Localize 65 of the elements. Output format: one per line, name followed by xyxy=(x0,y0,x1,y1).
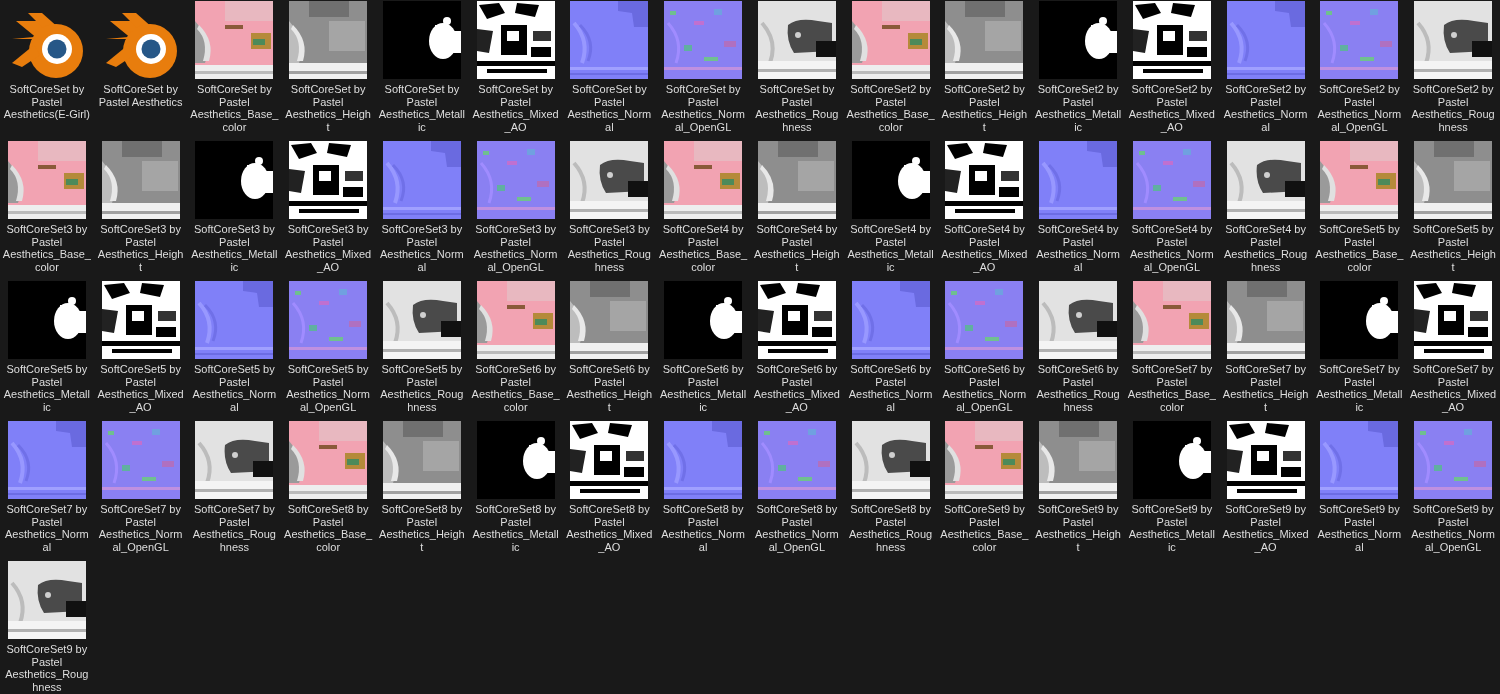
file-name[interactable]: SoftCoreSet2 by Pastel Aesthetics_Mixed _AO xyxy=(1128,83,1215,134)
file-name[interactable]: SoftCoreSet9 by Pastel Aesthetics_Base_ color xyxy=(940,503,1029,554)
file-name[interactable]: SoftCoreSet7 by Pastel Aesthetics_Roug hness xyxy=(192,503,276,554)
file-name[interactable]: SoftCoreSet by Pastel Aesthetics_Metall ic xyxy=(378,83,465,134)
file-name[interactable]: SoftCoreSet4 by Pastel Aesthetics_Mixed _AO xyxy=(941,223,1028,274)
file-name[interactable]: SoftCoreSet by Pastel Aesthetics(E-Girl) xyxy=(3,83,90,122)
file-name[interactable]: SoftCoreSet5 by Pastel Aesthetics_Norm al_OpenGL xyxy=(286,363,370,414)
file-name[interactable]: SoftCoreSet8 by Pastel Aesthetics_Roug hness xyxy=(849,503,933,554)
file-name[interactable]: SoftCoreSet3 by Pastel Aesthetics_Roug hness xyxy=(567,223,651,274)
file-name[interactable]: SoftCoreSet5 by Pastel Aesthetics_Roug hness xyxy=(380,363,464,414)
file-name[interactable]: SoftCoreSet2 by Pastel Aesthetics_Heigh t xyxy=(941,83,1028,134)
file-name[interactable]: SoftCoreSet9 by Pastel Aesthetics_Norm al xyxy=(1317,503,1402,554)
file-name[interactable]: SoftCoreSet8 by Pastel Aesthetics_Base_ color xyxy=(284,503,373,554)
file-name[interactable]: SoftCoreSet9 by Pastel Aesthetics_Roug hness xyxy=(5,643,89,694)
file-name[interactable]: SoftCoreSet4 by Pastel Aesthetics_Norm al xyxy=(1036,223,1120,274)
file-name[interactable]: SoftCoreSet2 by Pastel Aesthetics_Base_ color xyxy=(846,83,935,134)
file-name[interactable]: SoftCoreSet9 by Pastel Aesthetics_Mixed _AO xyxy=(1222,503,1309,554)
file-name[interactable]: SoftCoreSet8 by Pastel Aesthetics_Mixed _AO xyxy=(566,503,653,554)
file-name[interactable]: SoftCoreSet by Pastel Aesthetics_Norm al xyxy=(567,83,652,134)
file-name[interactable]: SoftCoreSet7 by Pastel Aesthetics_Norm al_OpenGL xyxy=(98,503,183,554)
file-name[interactable]: SoftCoreSet5 by Pastel Aesthetics_Metall ic xyxy=(3,363,90,414)
file-name[interactable]: SoftCoreSet6 by Pastel Aesthetics_Mixed _AO xyxy=(753,363,840,414)
file-name[interactable]: SoftCoreSet9 by Pastel Aesthetics_Norm al_OpenGL xyxy=(1411,503,1495,554)
file-name[interactable]: SoftCoreSet9 by Pastel Aesthetics_Metall ic xyxy=(1128,503,1215,554)
file-name[interactable]: SoftCoreSet3 by Pastel Aesthetics_Base_ color xyxy=(2,223,91,274)
file-name[interactable]: SoftCoreSet2 by Pastel Aesthetics_Norm al_OpenGL xyxy=(1317,83,1402,134)
file-name[interactable]: SoftCoreSet by Pastel Aesthetics_Base_ color xyxy=(190,83,279,134)
file-name[interactable]: SoftCoreSet by Pastel Aesthetics_Heigh t xyxy=(285,83,371,134)
file-name[interactable]: SoftCoreSet6 by Pastel Aesthetics_Heigh t xyxy=(566,363,653,414)
file-name[interactable]: SoftCoreSet3 by Pastel Aesthetics_Heigh t xyxy=(97,223,184,274)
file-name[interactable]: SoftCoreSet4 by Pastel Aesthetics_Norm al_OpenGL xyxy=(1130,223,1214,274)
file-name[interactable]: SoftCoreSet7 by Pastel Aesthetics_Norm al xyxy=(5,503,89,554)
file-name[interactable]: SoftCoreSet5 by Pastel Aesthetics_Heigh t xyxy=(1410,223,1496,274)
file-name[interactable]: SoftCoreSet2 by Pastel Aesthetics_Metall ic xyxy=(1035,83,1122,134)
file-name[interactable]: SoftCoreSet7 by Pastel Aesthetics_Base_ color xyxy=(1127,363,1216,414)
file-name[interactable]: SoftCoreSet by Pastel Aesthetics xyxy=(98,83,183,109)
file-name[interactable]: SoftCoreSet3 by Pastel Aesthetics_Mixed _AO xyxy=(285,223,372,274)
file-name[interactable]: SoftCoreSet2 by Pastel Aesthetics_Roug hness xyxy=(1411,83,1495,134)
file-name[interactable]: SoftCoreSet5 by Pastel Aesthetics_Base_ color xyxy=(1315,223,1404,274)
file-name[interactable]: SoftCoreSet7 by Pastel Aesthetics_Mixed _AO xyxy=(1410,363,1497,414)
file-name[interactable]: SoftCoreSet8 by Pastel Aesthetics_Norm al_OpenGL xyxy=(755,503,839,554)
file-name[interactable]: SoftCoreSet7 by Pastel Aesthetics_Heigh t xyxy=(1222,363,1309,414)
file-name[interactable]: SoftCoreSet8 by Pastel Aesthetics_Heigh t xyxy=(379,503,465,554)
file-name[interactable]: SoftCoreSet6 by Pastel Aesthetics_Norm al_OpenGL xyxy=(942,363,1027,414)
file-name[interactable]: SoftCoreSet2 by Pastel Aesthetics_Norm al xyxy=(1223,83,1308,134)
file-name[interactable]: SoftCoreSet7 by Pastel Aesthetics_Metall ic xyxy=(1316,363,1403,414)
file-name[interactable]: SoftCoreSet3 by Pastel Aesthetics_Norm al xyxy=(380,223,464,274)
file-name[interactable]: SoftCoreSet6 by Pastel Aesthetics_Norm al xyxy=(848,363,933,414)
file-name[interactable]: SoftCoreSet5 by Pastel Aesthetics_Mixed _AO xyxy=(97,363,184,414)
file-name[interactable]: SoftCoreSet6 by Pastel Aesthetics_Base_ color xyxy=(471,363,560,414)
file-name[interactable]: SoftCoreSet3 by Pastel Aesthetics_Norm al_OpenGL xyxy=(473,223,558,274)
file-name[interactable]: SoftCoreSet by Pastel Aesthetics_Mixed _AO xyxy=(472,83,559,134)
file-name[interactable]: SoftCoreSet6 by Pastel Aesthetics_Roug hness xyxy=(1036,363,1120,414)
file-name[interactable]: SoftCoreSet4 by Pastel Aesthetics_Base_ color xyxy=(659,223,748,274)
file-name[interactable]: SoftCoreSet by Pastel Aesthetics_Roug hness xyxy=(755,83,839,134)
file-name[interactable]: SoftCoreSet4 by Pastel Aesthetics_Heigh t xyxy=(754,223,840,274)
file-name[interactable]: SoftCoreSet5 by Pastel Aesthetics_Norm al xyxy=(192,363,277,414)
file-name[interactable]: SoftCoreSet6 by Pastel Aesthetics_Metall ic xyxy=(660,363,747,414)
file-name[interactable]: SoftCoreSet8 by Pastel Aesthetics_Norm al xyxy=(661,503,745,554)
file-name[interactable]: SoftCoreSet4 by Pastel Aesthetics_Metall ic xyxy=(847,223,934,274)
file-name[interactable]: SoftCoreSet8 by Pastel Aesthetics_Metall ic xyxy=(472,503,559,554)
file-name[interactable]: SoftCoreSet3 by Pastel Aesthetics_Metall ic xyxy=(191,223,278,274)
file-name[interactable]: SoftCoreSet4 by Pastel Aesthetics_Roug hness xyxy=(1224,223,1308,274)
file-name[interactable]: SoftCoreSet by Pastel Aesthetics_Norm al_OpenGL xyxy=(661,83,745,134)
file-name[interactable]: SoftCoreSet9 by Pastel Aesthetics_Heigh t xyxy=(1035,503,1121,554)
